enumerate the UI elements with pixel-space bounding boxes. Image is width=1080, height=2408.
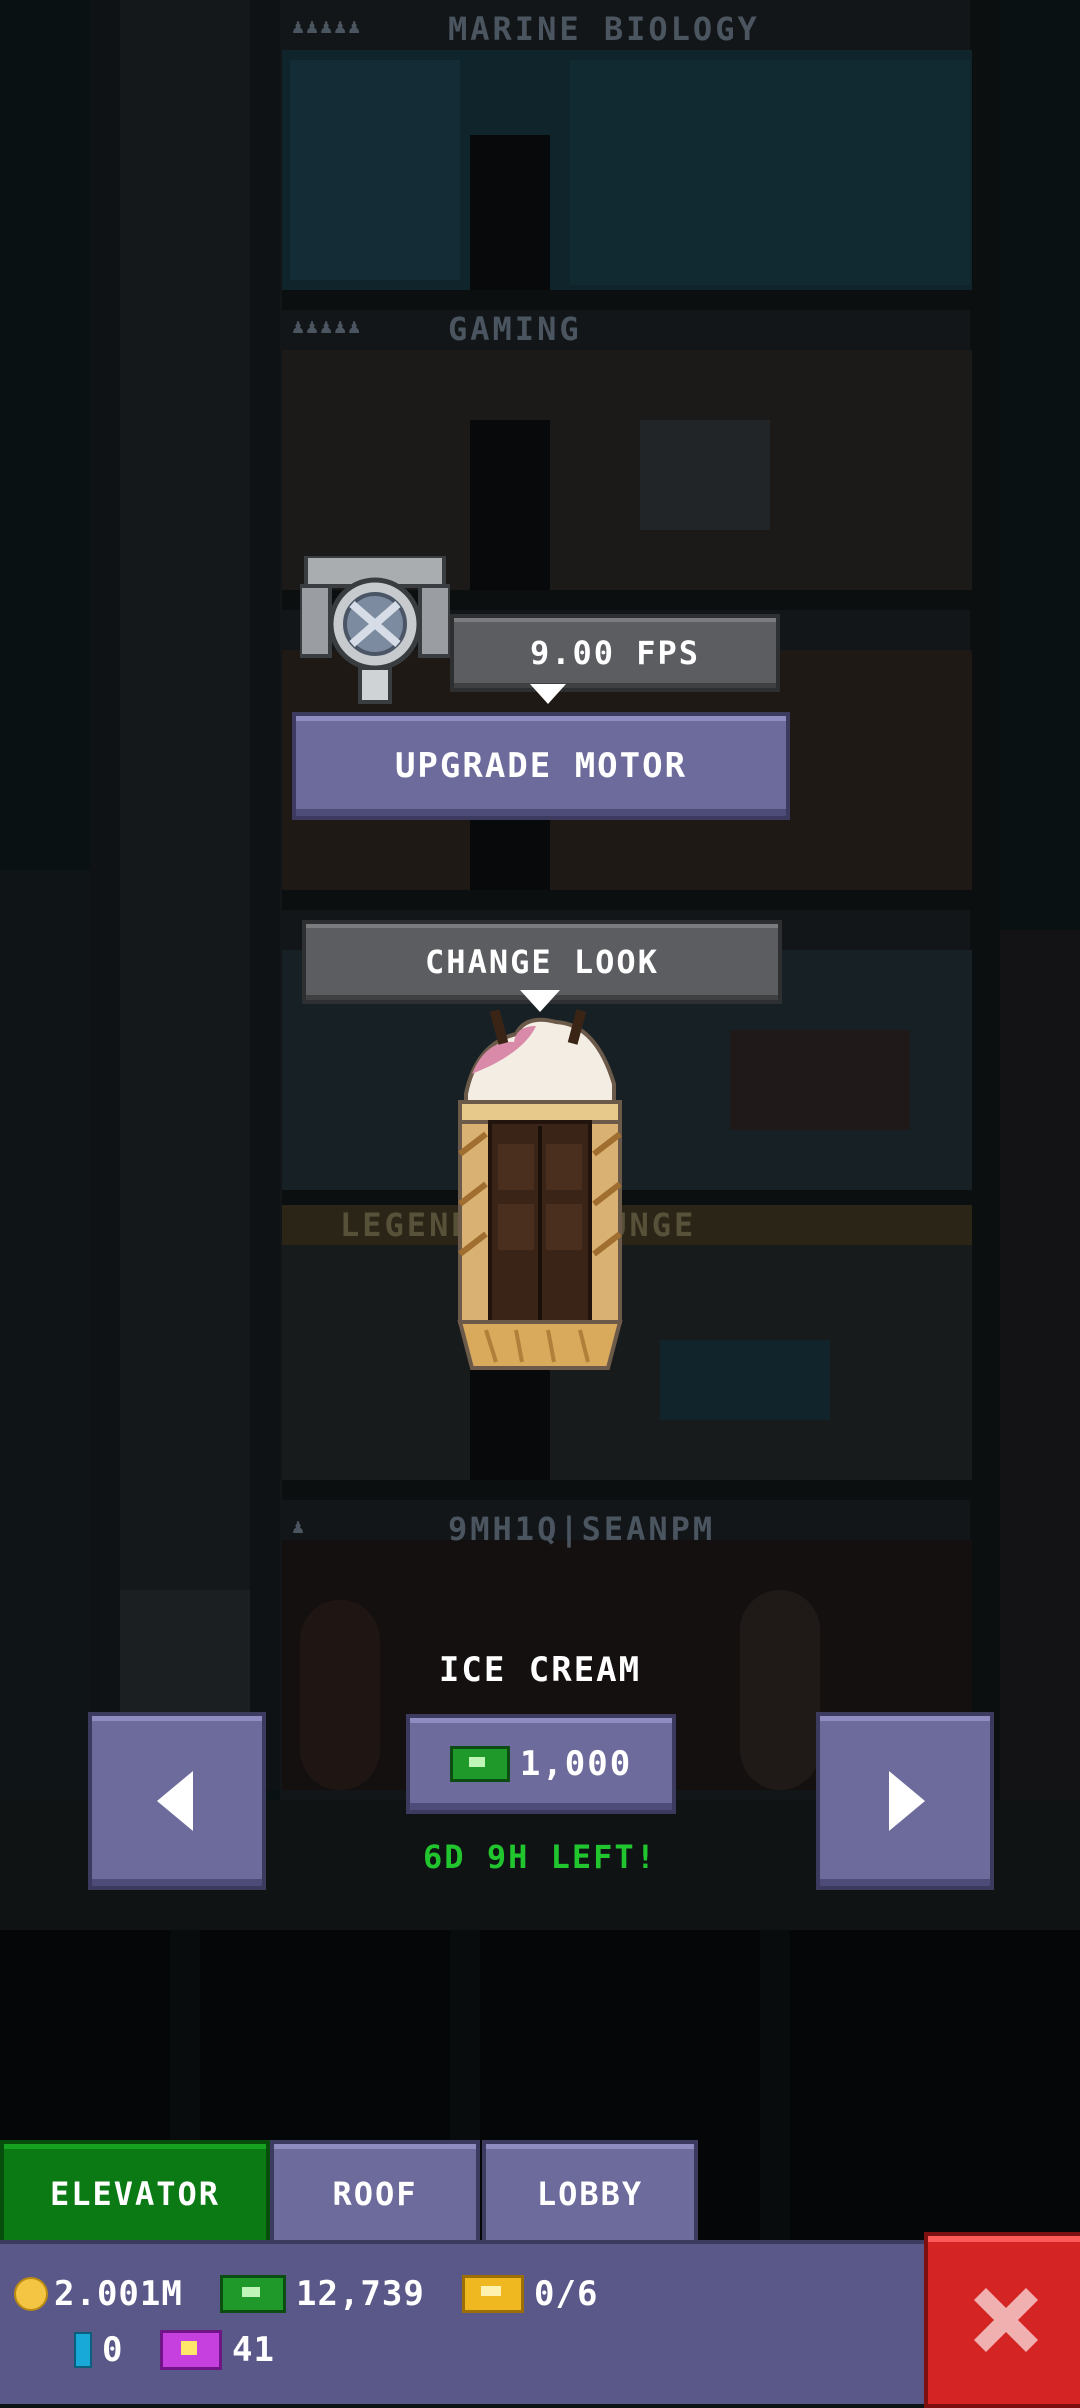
next-skin-button[interactable] (816, 1712, 994, 1890)
motor-panel: 9.00 FPS (300, 556, 780, 706)
tab-roof[interactable]: ROOF (270, 2140, 480, 2248)
bitizen-bux-value: 0 (102, 2330, 124, 2370)
ice-cream-elevator-preview (457, 1009, 623, 1370)
floor-label-player: 9MH1Q|SEANPM (448, 1510, 716, 1548)
bux-icon (449, 1746, 510, 1782)
offer-time-left: 6D 9H LEFT! (423, 1838, 657, 1876)
bux-value: 12,739 (296, 2274, 425, 2314)
skin-name: ICE CREAM (438, 1650, 642, 1690)
coins-counter: 2.001M (14, 2274, 183, 2314)
ticket-icon (462, 2275, 524, 2313)
floor-resident-icons: ♟♟♟♟♟ (292, 314, 363, 338)
tab-lobby[interactable]: LOBBY (482, 2140, 698, 2248)
blue-bux-icon (74, 2332, 92, 2368)
upgrade-motor-button[interactable]: UPGRADE MOTOR (292, 712, 790, 820)
close-button[interactable] (924, 2232, 1080, 2408)
tab-elevator[interactable]: ELEVATOR (0, 2140, 270, 2248)
bux-counter: 12,739 (220, 2274, 425, 2314)
floor-label-marine-biology: MARINE BIOLOGY (448, 10, 760, 48)
close-icon (974, 2288, 1038, 2352)
buy-skin-button[interactable]: 1,000 (406, 1714, 676, 1814)
tickets-value: 0/6 (534, 2274, 599, 2314)
bitizen-bux-counter: 0 (74, 2330, 123, 2370)
coins-value: 2.001M (54, 2274, 183, 2314)
previous-skin-button[interactable] (88, 1712, 266, 1890)
motor-speed-display: 9.00 FPS (450, 614, 780, 692)
bux-icon (220, 2275, 286, 2313)
chevron-right-icon (889, 1771, 925, 1831)
floor-resident-icons: ♟ (292, 1514, 307, 1538)
floor-resident-icons: ♟♟♟♟♟ (292, 14, 363, 38)
vip-value: 41 (232, 2330, 275, 2370)
chevron-left-icon (157, 1771, 193, 1831)
skin-price: 1,000 (519, 1744, 633, 1784)
tickets-counter: 0/6 (462, 2274, 598, 2314)
vip-icon (160, 2330, 222, 2370)
resource-bar: 2.001M 12,739 0/6 0 41 (0, 2240, 930, 2404)
speed-pointer (530, 684, 566, 704)
vip-counter: 41 (160, 2330, 275, 2370)
coin-icon (14, 2277, 48, 2311)
motor-icon (300, 556, 450, 704)
floor-label-gaming: GAMING (448, 310, 582, 348)
